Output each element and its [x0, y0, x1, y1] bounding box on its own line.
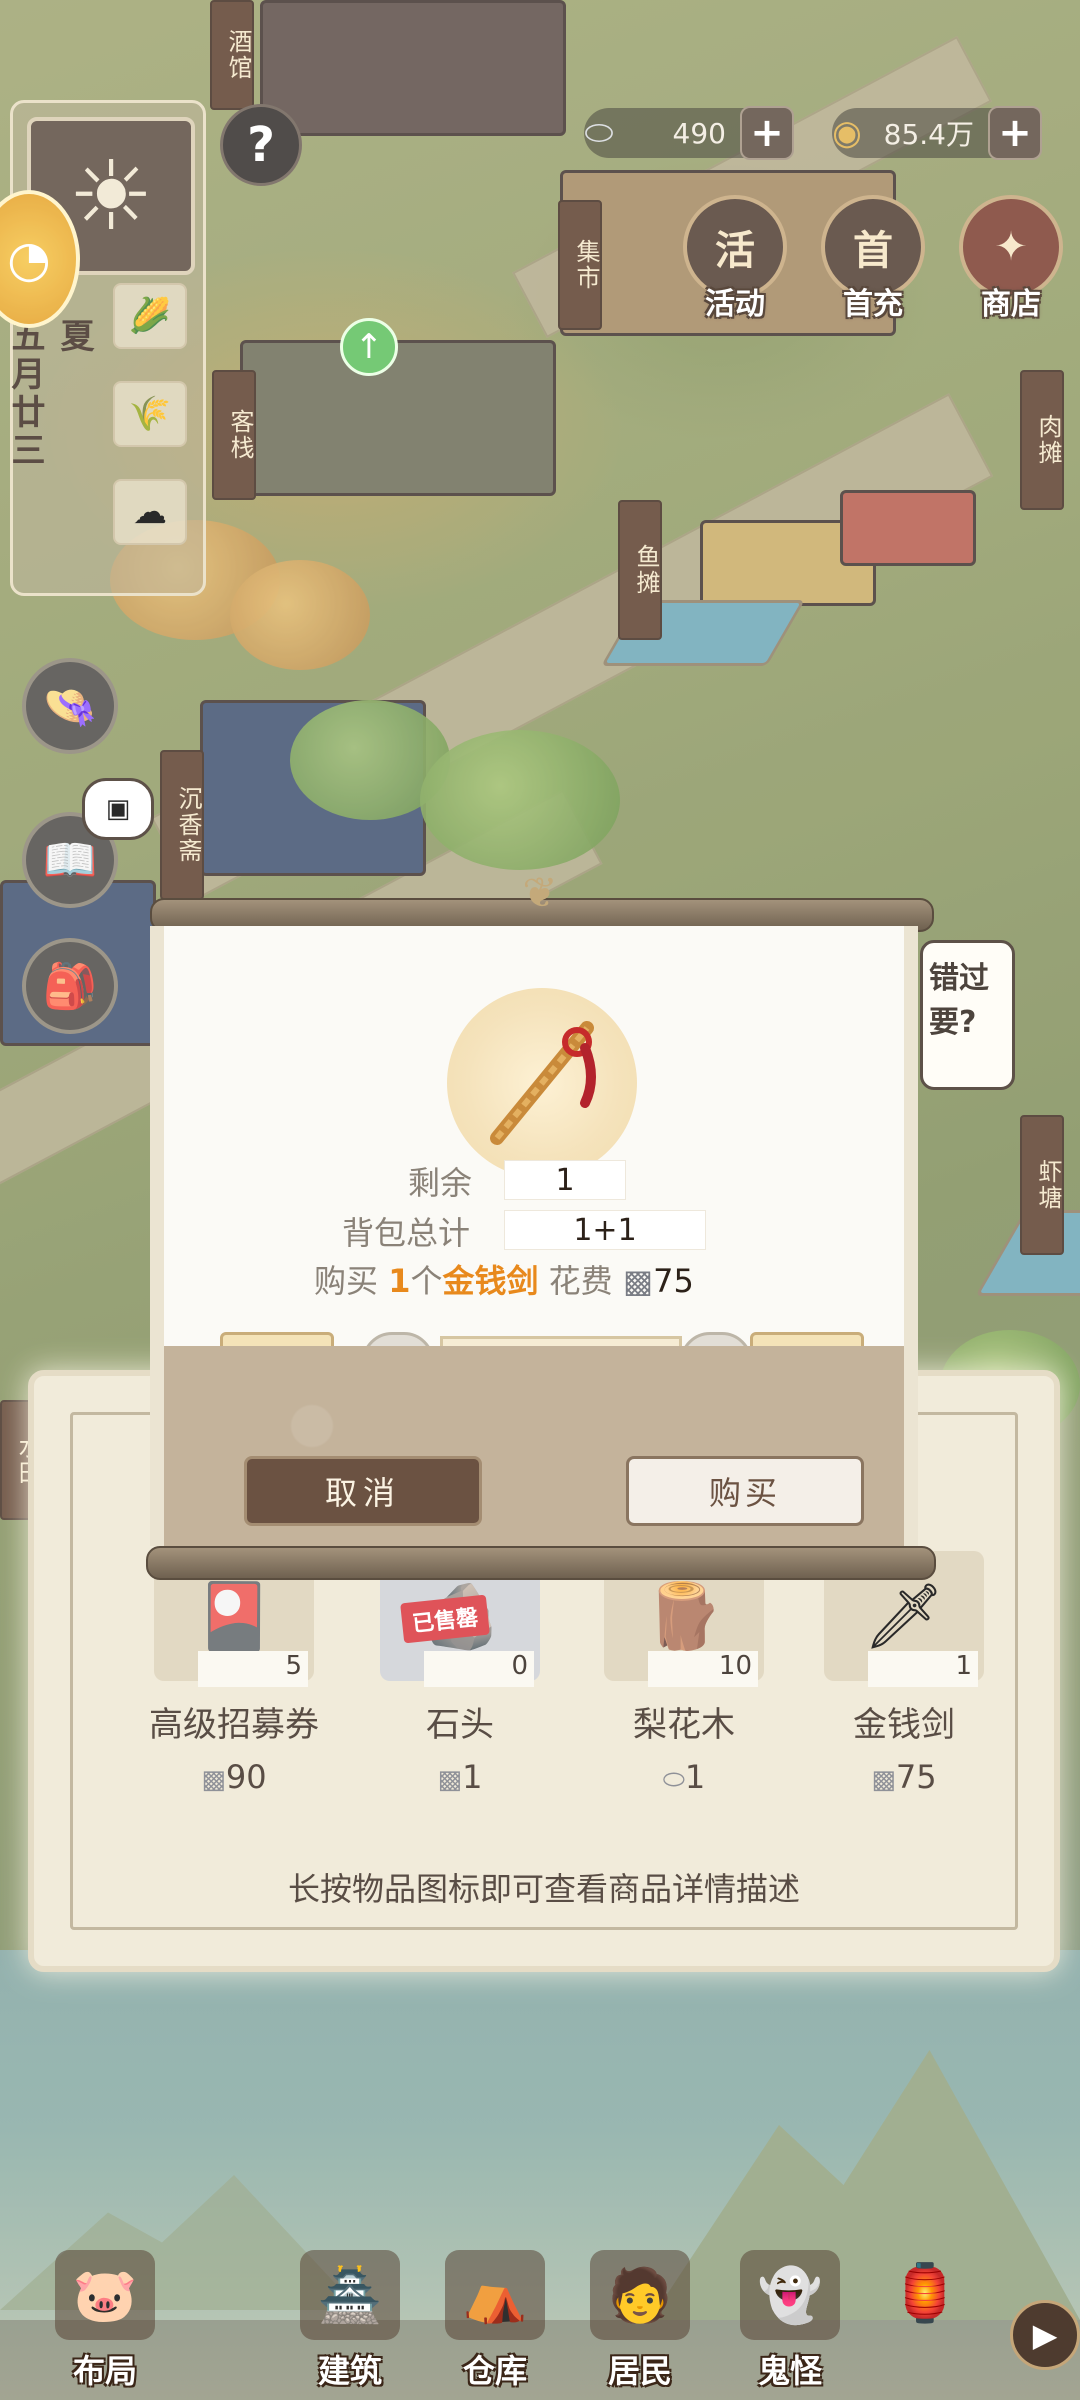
ghost-icon: 👻: [740, 2250, 840, 2340]
bottom-nav: 🐷 布局 🏯 建筑 ⛺ 仓库 🧑 居民 👻 鬼怪 🏮: [0, 2250, 1080, 2400]
lanterns-decoration: 🏮: [890, 2261, 960, 2326]
expand-nav-arrow-icon[interactable]: ▶: [1010, 2300, 1080, 2370]
nav-building[interactable]: 🏯 建筑: [285, 2250, 415, 2400]
buy-unit: 个: [410, 1262, 443, 1300]
nav-label: 建筑: [317, 2352, 382, 2390]
nav-warehouse[interactable]: ⛺ 仓库: [430, 2250, 560, 2400]
silver-block-icon: ▩: [622, 1262, 654, 1300]
buy-button[interactable]: 购买: [626, 1456, 864, 1526]
pig-icon: 🐷: [55, 2250, 155, 2340]
buy-prefix: 购买: [314, 1262, 379, 1300]
nav-label: 鬼怪: [757, 2352, 822, 2390]
scroll-bottom-rod: [146, 1546, 936, 1580]
scroll-knot-icon: ❦: [522, 868, 558, 917]
nav-label: 仓库: [462, 2352, 527, 2390]
warehouse-icon: ⛺: [445, 2250, 545, 2340]
remaining-label: 剩余: [408, 1164, 473, 1202]
cancel-button[interactable]: 取消: [244, 1456, 482, 1526]
buy-qty: 1: [388, 1262, 411, 1300]
remaining-value: 1: [504, 1160, 626, 1200]
nav-residents[interactable]: 🧑 居民: [575, 2250, 705, 2400]
cost-value: 75: [653, 1262, 694, 1300]
nav-label: 布局: [72, 2352, 137, 2390]
nav-ghosts[interactable]: 👻 鬼怪: [725, 2250, 855, 2400]
nav-layout[interactable]: 🐷 布局: [40, 2250, 170, 2400]
bag-total-value: 1+1: [504, 1210, 706, 1250]
building-icon: 🏯: [300, 2250, 400, 2340]
buy-item-name: 金钱剑: [442, 1262, 539, 1300]
purchase-dialog: 剩余 1 背包总计 1+1 购买 1个金钱剑 花费 ▩75 最小 一 1 + 最…: [150, 926, 918, 1546]
bag-total-label: 背包总计: [342, 1214, 471, 1252]
coin-sword-icon: [447, 988, 637, 1178]
resident-icon: 🧑: [590, 2250, 690, 2340]
nav-label: 居民: [607, 2352, 672, 2390]
cost-label: 花费: [548, 1262, 613, 1300]
purchase-summary: 购买 1个金钱剑 花费 ▩75: [314, 1256, 694, 1302]
coin-sword-svg: [490, 1021, 596, 1145]
